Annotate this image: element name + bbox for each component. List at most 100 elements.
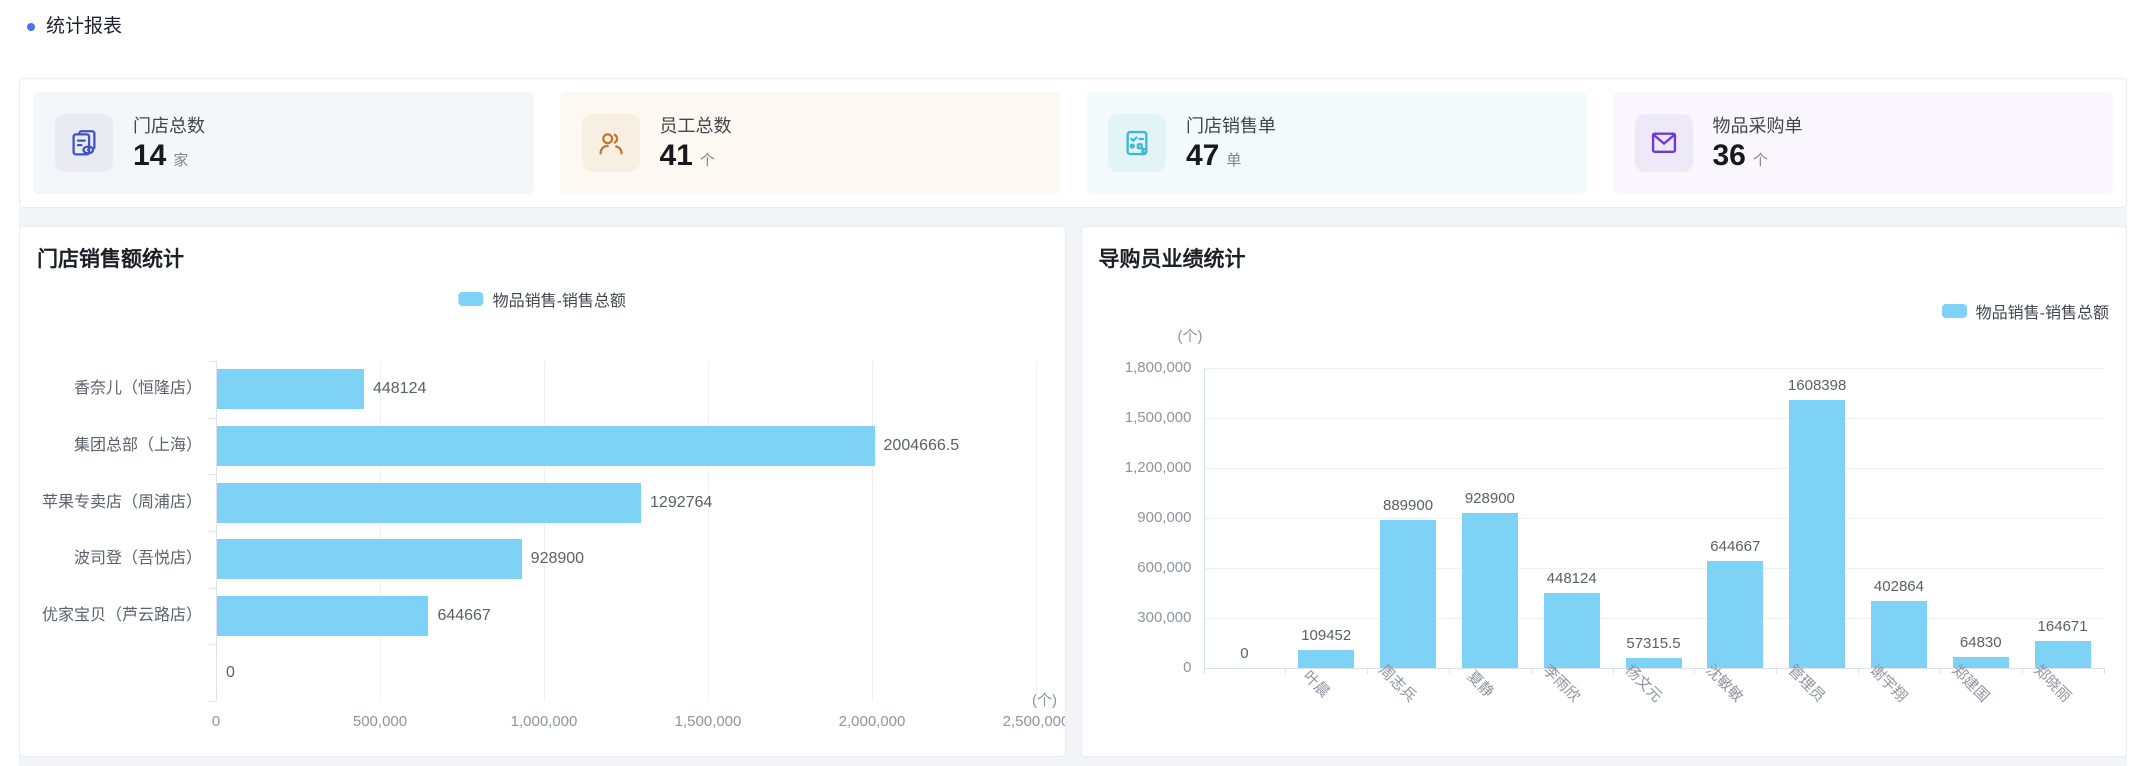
charts-row: 门店销售额统计 物品销售-销售总额 (个) 0 500,000 1,000,000 1…: [19, 226, 2127, 757]
y-axis-unit: (个): [1178, 325, 1203, 346]
axis-tick: [209, 418, 216, 419]
axis-tick: [1858, 668, 1859, 674]
legend-swatch-icon: [459, 292, 484, 306]
dashboard-content: 门店总数 14 家 员工总数 41 个: [0, 78, 2146, 766]
axis-tick: [1531, 668, 1532, 674]
stat-unit: 单: [1226, 149, 1241, 170]
chart-title: 导购员业绩统计: [1099, 243, 1246, 273]
envelope-icon: [1635, 114, 1693, 172]
category-label: 苹果专卖店（周浦店）: [20, 492, 202, 514]
performance-bar[interactable]: [1462, 513, 1518, 668]
y-tick-label: 1,200,000: [1092, 458, 1192, 478]
value-label: 164671: [1983, 617, 2127, 637]
axis-tick: [1776, 668, 1777, 674]
category-label: 叶晨: [1299, 666, 1335, 702]
value-label: 1608398: [1737, 376, 1897, 396]
category-label: 波司登（吾悦店）: [20, 548, 202, 570]
performance-bar[interactable]: [1544, 593, 1600, 668]
axis-tick: [1204, 668, 1205, 674]
stat-card-purchase-orders: 物品采购单 36 个: [1613, 92, 2114, 194]
stat-label: 物品采购单: [1713, 116, 1803, 136]
value-label: 448124: [1492, 569, 1652, 589]
title-bullet-icon: [27, 23, 35, 31]
gridline: [872, 361, 873, 701]
stat-label: 门店总数: [133, 116, 205, 136]
axis-tick: [209, 701, 216, 702]
axis-tick: [1940, 668, 1941, 674]
store-sales-bar[interactable]: [217, 426, 875, 466]
value-label: 448124: [373, 379, 426, 399]
value-label: 402864: [1819, 577, 1979, 597]
x-tick-label: 500,000: [320, 713, 440, 730]
performance-bar[interactable]: [1707, 561, 1763, 668]
axis-line: [1204, 368, 1205, 668]
x-tick-label: 0: [156, 713, 276, 730]
axis-tick: [1694, 668, 1695, 674]
store-sales-bar[interactable]: [217, 483, 641, 523]
divider: [19, 208, 2127, 226]
value-label: 0: [226, 663, 235, 683]
y-tick-label: 1,800,000: [1092, 358, 1192, 378]
gridline: [380, 361, 381, 701]
x-tick-label: 1,000,000: [484, 713, 604, 730]
axis-tick: [209, 588, 216, 589]
gridline: [1204, 518, 2104, 519]
legend-label: 物品销售-销售总额: [1976, 299, 2109, 323]
checklist-icon: [1108, 114, 1166, 172]
axis-tick: [2104, 668, 2105, 674]
axis-tick: [1613, 668, 1614, 674]
value-label: 928900: [1410, 489, 1570, 509]
category-label: 集团总部（上海）: [20, 435, 202, 457]
stat-value: 14: [133, 141, 166, 171]
axis-tick: [2022, 668, 2023, 674]
stat-card-stores: 门店总数 14 家: [33, 92, 534, 194]
performance-bar[interactable]: [1380, 520, 1436, 668]
store-sales-chart-panel: 门店销售额统计 物品销售-销售总额 (个) 0500,0001,000,0001…: [19, 226, 1066, 757]
stat-info: 物品采购单 36 个: [1713, 116, 1803, 171]
legend-item[interactable]: 物品销售-销售总额: [459, 287, 626, 311]
legend-swatch-icon: [1942, 304, 1967, 318]
x-tick-label: 2,500,000: [976, 713, 1066, 730]
gridline: [1036, 361, 1037, 701]
people-icon: [582, 114, 640, 172]
value-label: 928900: [531, 549, 584, 569]
axis-tick: [1367, 668, 1368, 674]
axis-tick: [209, 644, 216, 645]
stat-unit: 个: [1753, 149, 1768, 170]
divider: [19, 757, 2127, 766]
guide-performance-chart-panel: 导购员业绩统计 物品销售-销售总额 (个) 1,800,000 1,500,000…: [1081, 226, 2128, 757]
performance-bar[interactable]: [1789, 400, 1845, 668]
x-tick-label: 1,500,000: [648, 713, 768, 730]
y-tick-label: 900,000: [1092, 508, 1192, 528]
stat-value: 41: [660, 141, 693, 171]
stat-info: 门店总数 14 家: [133, 116, 205, 171]
stat-card-sales-orders: 门店销售单 47 单: [1086, 92, 1587, 194]
store-sales-bar[interactable]: [217, 596, 428, 636]
gridline: [216, 361, 217, 701]
page-header: 统计报表: [0, 0, 2146, 78]
gridline: [544, 361, 545, 701]
axis-tick: [209, 474, 216, 475]
chart-title: 门店销售额统计: [37, 243, 184, 273]
stat-info: 门店销售单 47 单: [1186, 116, 1276, 171]
value-label: 644667: [437, 606, 490, 626]
legend-item[interactable]: 物品销售-销售总额: [1942, 299, 2109, 323]
stat-unit: 个: [700, 149, 715, 170]
gridline: [1204, 568, 2104, 569]
store-sales-bar[interactable]: [217, 369, 364, 409]
gridline: [1204, 418, 2104, 419]
stat-label: 员工总数: [660, 116, 732, 136]
axis-tick: [209, 531, 216, 532]
gridline: [708, 361, 709, 701]
store-sales-bar[interactable]: [217, 539, 522, 579]
legend-label: 物品销售-销售总额: [493, 287, 626, 311]
axis-tick: [209, 361, 216, 362]
performance-bar[interactable]: [1298, 650, 1354, 668]
category-label: 香奈儿（恒隆店）: [20, 378, 202, 400]
y-tick-label: 1,500,000: [1092, 408, 1192, 428]
category-label: 夏静: [1463, 666, 1499, 702]
gridline: [1204, 618, 2104, 619]
y-tick-label: 600,000: [1092, 558, 1192, 578]
gridline: [1204, 468, 2104, 469]
stat-info: 员工总数 41 个: [660, 116, 732, 171]
